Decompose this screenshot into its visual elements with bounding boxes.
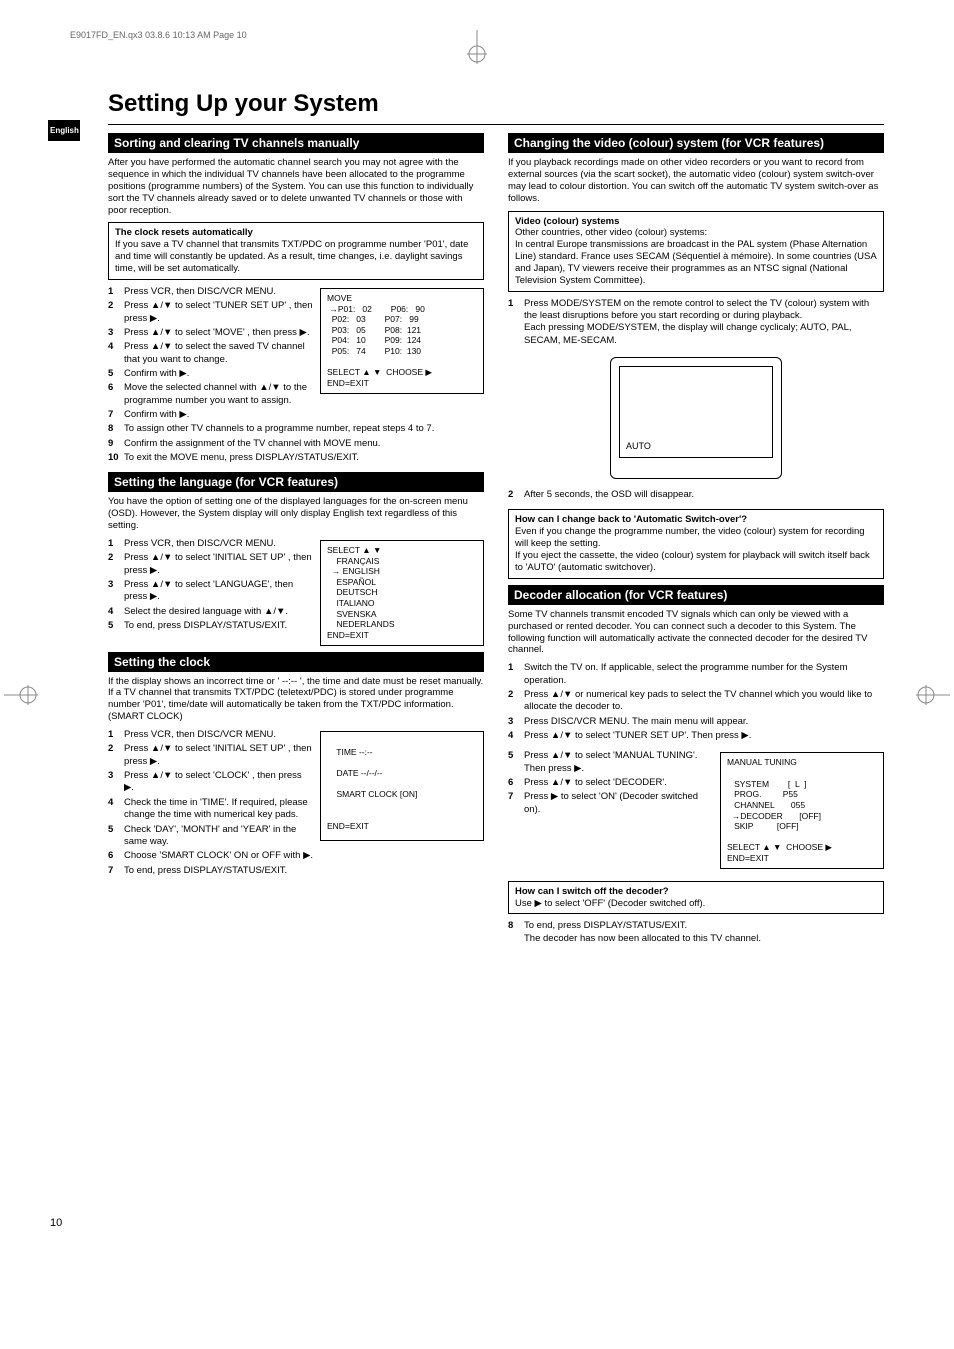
steps-video-a: 1Press MODE/SYSTEM on the remote control… bbox=[508, 298, 884, 347]
intro-clock: If the display shows an incorrect time o… bbox=[108, 676, 484, 724]
step-text: Check 'DAY', 'MONTH' and 'YEAR' in the s… bbox=[124, 824, 314, 849]
step-text: Select the desired language with ▲/▼. bbox=[124, 606, 314, 618]
right-column: Changing the video (colour) system (for … bbox=[508, 133, 884, 953]
step-text: To assign other TV channels to a program… bbox=[124, 423, 484, 435]
step-text: Press ▲/▼ to select 'INITIAL SET UP' , t… bbox=[124, 743, 314, 768]
step-text: To end, press DISPLAY/STATUS/EXIT. bbox=[124, 620, 314, 632]
step-text: Press ▲/▼ to select 'MANUAL TUNING'. The… bbox=[524, 750, 714, 775]
step-text: Press ▲/▼ to select 'LANGUAGE', then pre… bbox=[124, 579, 314, 604]
note-title: Video (colour) systems bbox=[515, 216, 877, 228]
step-text: Move the selected channel with ▲/▼ to th… bbox=[124, 382, 314, 407]
note-video-systems: Video (colour) systems Other countries, … bbox=[508, 211, 884, 292]
step-text: Confirm with ▶. bbox=[124, 409, 484, 421]
heading-clock: Setting the clock bbox=[108, 652, 484, 672]
tv-screen: AUTO bbox=[619, 366, 773, 458]
intro-video: If you playback recordings made on other… bbox=[508, 157, 884, 205]
steps-decoder-c: 8To end, press DISPLAY/STATUS/EXIT. The … bbox=[508, 920, 884, 945]
steps-video-b: 2After 5 seconds, the OSD will disappear… bbox=[508, 489, 884, 501]
step-text: Press ▲/▼ to select 'TUNER SET UP' , the… bbox=[124, 300, 314, 325]
step-text: To exit the MOVE menu, press DISPLAY/STA… bbox=[124, 452, 484, 464]
step-text: Press ▶ to select 'ON' (Decoder switched… bbox=[524, 791, 714, 816]
note-body: Use ▶ to select 'OFF' (Decoder switched … bbox=[515, 898, 705, 909]
step-text: Press VCR, then DISC/VCR MENU. bbox=[124, 538, 314, 550]
steps-decoder-a: 1Switch the TV on. If applicable, select… bbox=[508, 662, 884, 742]
step-text: To end, press DISPLAY/STATUS/EXIT. bbox=[124, 865, 484, 877]
step-text: To end, press DISPLAY/STATUS/EXIT. The d… bbox=[524, 920, 884, 945]
osd-language: SELECT ▲ ▼ FRANÇAIS → ENGLISH ESPAÑOL DE… bbox=[320, 540, 484, 646]
left-column: Sorting and clearing TV channels manuall… bbox=[108, 133, 484, 953]
step-text: Press ▲/▼ to select 'INITIAL SET UP' , t… bbox=[124, 552, 314, 577]
heading-language: Setting the language (for VCR features) bbox=[108, 472, 484, 492]
note-body: Even if you change the programme number,… bbox=[515, 526, 870, 573]
print-header: E9017FD_EN.qx3 03.8.6 10:13 AM Page 10 bbox=[70, 30, 884, 40]
heading-video-system: Changing the video (colour) system (for … bbox=[508, 133, 884, 153]
step-text: Confirm the assignment of the TV channel… bbox=[124, 438, 484, 450]
intro-sorting: After you have performed the automatic c… bbox=[108, 157, 484, 216]
step-text: Press VCR, then DISC/VCR MENU. bbox=[124, 729, 314, 741]
note-clock-resets: The clock resets automatically If you sa… bbox=[108, 222, 484, 280]
osd-clock: TIME --:-- DATE --/--/-- SMART CLOCK [ON… bbox=[320, 731, 484, 841]
step-text: Switch the TV on. If applicable, select … bbox=[524, 662, 884, 687]
step-text: Press ▲/▼ to select 'CLOCK' , then press… bbox=[124, 770, 314, 795]
step-text: Confirm with ▶. bbox=[124, 368, 314, 380]
note-title: How can I switch off the decoder? bbox=[515, 886, 877, 898]
page-number: 10 bbox=[50, 1217, 62, 1229]
step-text: Check the time in 'TIME'. If required, p… bbox=[124, 797, 314, 822]
step-text: Press ▲/▼ to select 'TUNER SET UP'. Then… bbox=[524, 730, 884, 742]
step-text: Press ▲/▼ to select the saved TV channel… bbox=[124, 341, 314, 366]
intro-language: You have the option of setting one of th… bbox=[108, 496, 484, 532]
step-text: Press ▲/▼ to select 'DECODER'. bbox=[524, 777, 714, 789]
tv-illustration: AUTO bbox=[610, 357, 782, 479]
page-title: Setting Up your System bbox=[108, 80, 884, 118]
note-body: If you save a TV channel that transmits … bbox=[115, 239, 468, 274]
language-tab: English bbox=[48, 120, 80, 141]
intro-decoder: Some TV channels transmit encoded TV sig… bbox=[508, 609, 884, 657]
osd-manual-tuning: MANUAL TUNING SYSTEM [ L ] PROG. P55 CHA… bbox=[720, 752, 884, 868]
osd-move: MOVE →P01: 02 P06: 90 P02: 03 P07: 99 P0… bbox=[320, 288, 484, 394]
heading-sorting: Sorting and clearing TV channels manuall… bbox=[108, 133, 484, 153]
step-text: Press VCR, then DISC/VCR MENU. bbox=[124, 286, 314, 298]
step-text: Press ▲/▼ to select 'MOVE' , then press … bbox=[124, 327, 314, 339]
step-text: Press ▲/▼ or numerical key pads to selec… bbox=[524, 689, 884, 714]
note-switch-off-decoder: How can I switch off the decoder? Use ▶ … bbox=[508, 881, 884, 915]
tv-osd-label: AUTO bbox=[626, 441, 651, 451]
step-text: Press MODE/SYSTEM on the remote control … bbox=[524, 298, 884, 347]
note-auto-switchover: How can I change back to 'Automatic Swit… bbox=[508, 509, 884, 578]
step-text: After 5 seconds, the OSD will disappear. bbox=[524, 489, 884, 501]
step-text: Press DISC/VCR MENU. The main menu will … bbox=[524, 716, 884, 728]
title-rule bbox=[108, 124, 884, 125]
note-body: Other countries, other video (colour) sy… bbox=[515, 227, 876, 286]
note-title: How can I change back to 'Automatic Swit… bbox=[515, 514, 877, 526]
step-text: Choose 'SMART CLOCK' ON or OFF with ▶. bbox=[124, 850, 484, 862]
note-title: The clock resets automatically bbox=[115, 227, 477, 239]
heading-decoder: Decoder allocation (for VCR features) bbox=[508, 585, 884, 605]
